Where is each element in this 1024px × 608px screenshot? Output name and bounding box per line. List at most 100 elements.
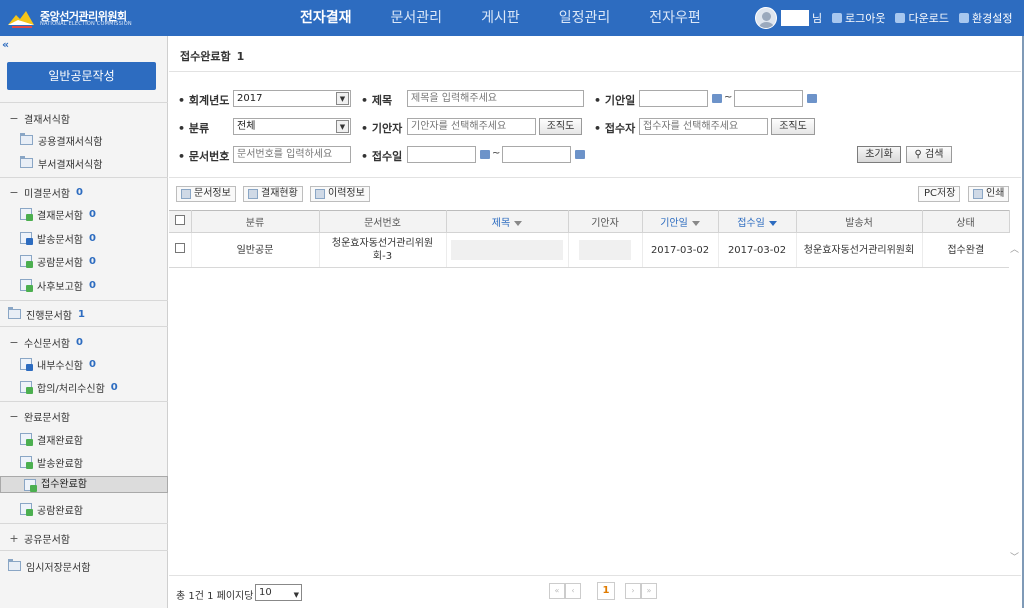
print-button[interactable]: 인쇄	[968, 186, 1010, 202]
sidebar-divider	[0, 102, 168, 103]
sidebar-item[interactable]: − 완료문서함	[0, 406, 168, 426]
collapse-icon[interactable]: −	[9, 186, 19, 199]
drafter-org-button[interactable]: 조직도	[539, 118, 582, 135]
recv-date-label: • 접수일	[361, 150, 403, 163]
recv-date-from[interactable]	[407, 146, 476, 163]
sidebar-item[interactable]: 진행문서함 1	[0, 304, 168, 324]
scroll-up-icon[interactable]: ︿	[1010, 242, 1019, 255]
sidebar-divider	[0, 177, 168, 178]
approval-status-button[interactable]: 결재현황	[243, 186, 303, 202]
scrollbar[interactable]: ︿ ﹀	[1009, 232, 1021, 572]
reset-button[interactable]: 초기화	[857, 146, 901, 163]
sidebar-item[interactable]: 결재완료함	[0, 429, 168, 449]
divider	[169, 177, 1021, 178]
title-input[interactable]	[407, 90, 584, 107]
category-select[interactable]: 전체 ▼	[233, 118, 351, 135]
table-row[interactable]: 일반공문 청운효자동선거관리위원회-3 2017-03-02 2017-03-0…	[169, 232, 1009, 268]
checkbox[interactable]	[174, 243, 185, 253]
history-button[interactable]: 이력정보	[310, 186, 370, 202]
last-page-button[interactable]: »	[641, 583, 657, 599]
receiver-input[interactable]	[639, 118, 768, 135]
draft-date-from[interactable]	[639, 90, 708, 107]
search-icon: ⚲	[914, 149, 922, 160]
sidebar-item[interactable]: 임시저장문서함	[0, 556, 168, 576]
sidebar-item[interactable]: + 공유문서함	[0, 528, 168, 548]
drafter-input[interactable]	[407, 118, 536, 135]
select-all-checkbox[interactable]	[169, 210, 192, 233]
sidebar-divider	[0, 326, 168, 327]
logo[interactable]: 중앙선거관리위원회 NATIONAL ELECTION COMMISSION	[6, 6, 166, 30]
next-page-button[interactable]: ›	[625, 583, 641, 599]
sidebar-item[interactable]: − 결재서식함	[0, 108, 168, 128]
col-drafter[interactable]: 기안자	[567, 210, 643, 233]
prev-page-button[interactable]: ‹	[565, 583, 581, 599]
calendar-icon[interactable]	[480, 150, 490, 159]
col-recv-date[interactable]: 접수일	[717, 210, 797, 233]
calendar-icon[interactable]	[575, 150, 585, 159]
sidebar-item[interactable]: 발송문서함 0	[0, 228, 168, 248]
draft-date-to[interactable]	[734, 90, 803, 107]
sidebar-item[interactable]: − 미결문서함 0	[0, 182, 168, 202]
document-icon	[20, 208, 33, 221]
col-title[interactable]: 제목	[445, 210, 569, 233]
settings-link[interactable]: 환경설정	[958, 10, 1012, 26]
calendar-icon[interactable]	[807, 94, 817, 103]
checkbox[interactable]	[174, 215, 185, 225]
expand-icon[interactable]: +	[9, 532, 19, 545]
history-label: 이력정보	[328, 188, 365, 199]
docno-input[interactable]	[233, 146, 351, 163]
download-link[interactable]: 다운로드	[895, 10, 949, 26]
collapse-icon[interactable]: −	[9, 410, 19, 423]
redacted-title[interactable]	[451, 240, 563, 260]
row-checkbox-cell[interactable]	[169, 232, 191, 268]
scroll-down-icon[interactable]: ﹀	[1010, 550, 1019, 563]
pc-save-button[interactable]: PC저장	[918, 186, 961, 202]
sidebar-item[interactable]: 내부수신함 0	[0, 354, 168, 374]
col-status[interactable]: 상태	[921, 210, 1010, 233]
topnav-item[interactable]: 전자결재	[300, 0, 352, 36]
col-category[interactable]: 분류	[190, 210, 320, 233]
sidebar-item[interactable]: 접수완료함	[0, 476, 168, 493]
sidebar-item[interactable]: 사후보고함 0	[0, 275, 168, 295]
page-size-select[interactable]: 10 ▼	[255, 584, 302, 601]
sidebar-item[interactable]: − 수신문서함 0	[0, 332, 168, 352]
calendar-icon[interactable]	[712, 94, 722, 103]
print-icon	[973, 189, 983, 199]
cell-title[interactable]	[445, 232, 568, 268]
receiver-org-button[interactable]: 조직도	[771, 118, 815, 135]
sidebar: « 일반공문작성 − 결재서식함 공용결재서식함부서결재서식함 − 미결문서함 0 결재문서…	[0, 36, 168, 608]
col-sender[interactable]: 발송처	[795, 210, 923, 233]
year-select[interactable]: 2017 ▼	[233, 90, 351, 107]
search-button[interactable]: ⚲ 검색	[906, 146, 952, 163]
col-title-label: 제목	[491, 218, 511, 229]
first-page-button[interactable]: «	[549, 583, 565, 599]
collapse-sidebar-icon[interactable]: «	[2, 38, 9, 51]
divider	[169, 71, 1021, 72]
folder-icon	[8, 307, 21, 319]
collapse-icon[interactable]: −	[9, 336, 19, 349]
topnav-item[interactable]: 일정관리	[559, 0, 611, 36]
topnav-item[interactable]: 전자우편	[649, 0, 701, 36]
folder-icon	[20, 133, 33, 145]
recv-date-to[interactable]	[502, 146, 571, 163]
sidebar-item[interactable]: 합의/처리수신함 0	[0, 377, 168, 397]
topnav-item[interactable]: 문서관리	[391, 0, 443, 36]
sidebar-item[interactable]: 공용결재서식함	[0, 130, 168, 150]
sidebar-item[interactable]: 결재문서함 0	[0, 204, 168, 224]
write-document-button[interactable]: 일반공문작성	[7, 62, 156, 90]
page-number[interactable]: 1	[597, 582, 615, 600]
sidebar-item[interactable]: 발송완료함	[0, 452, 168, 472]
sidebar-item[interactable]: 부서결재서식함	[0, 153, 168, 173]
sidebar-item[interactable]: 공람완료함	[0, 499, 168, 519]
sidebar-item[interactable]: 공람문서함 0	[0, 251, 168, 271]
topnav-item[interactable]: 게시판	[481, 0, 520, 36]
logout-link[interactable]: 로그아웃	[832, 10, 885, 26]
doc-info-button[interactable]: 문서정보	[176, 186, 236, 202]
col-docno[interactable]: 문서번호	[318, 210, 447, 233]
page-title: 접수완료함 1	[180, 48, 244, 64]
page-title-count: 1	[236, 50, 245, 63]
avatar[interactable]	[755, 7, 777, 29]
col-draft-date[interactable]: 기안일	[641, 210, 719, 233]
collapse-icon[interactable]: −	[9, 112, 19, 125]
document-icon	[20, 433, 33, 446]
